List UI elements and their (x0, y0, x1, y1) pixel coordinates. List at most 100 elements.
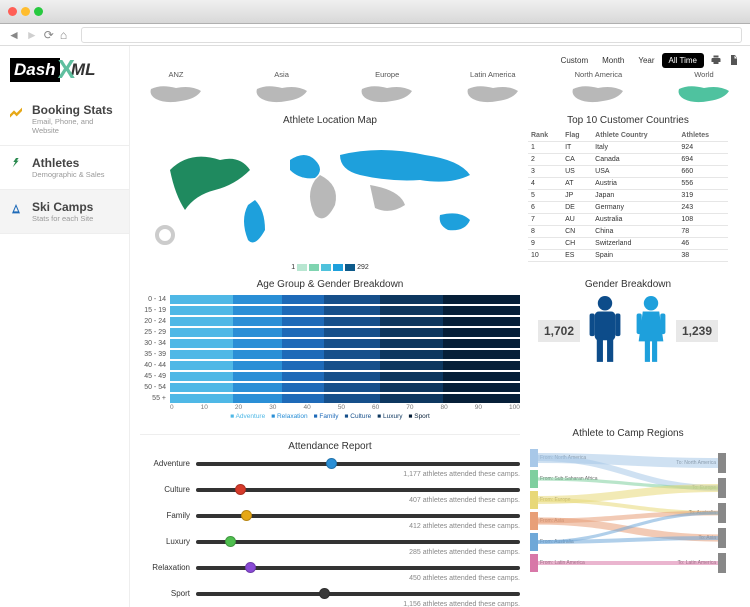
age-bin-label: 40 - 44 (140, 362, 170, 369)
attendance-text: 450 athletes attended these camps. (140, 575, 520, 582)
age-bin-label: 35 - 39 (140, 351, 170, 358)
region-tab-latin america[interactable]: Latin America (463, 70, 523, 111)
map-card: Athlete Location Map 1 292 (140, 115, 520, 271)
age-bar (170, 328, 520, 337)
region-label: Latin America (463, 70, 523, 79)
table-row[interactable]: 7AUAustralia108 (528, 214, 728, 226)
attendance-label: Adventure (140, 459, 190, 468)
nav-item-ski camps[interactable]: Ski CampsStats for each Site (0, 190, 129, 234)
age-chart[interactable]: 0 - 1415 - 1920 - 2425 - 2930 - 3435 - 3… (140, 294, 520, 403)
range-year[interactable]: Year (631, 53, 661, 68)
table-row[interactable]: 1ITItaly924 (528, 142, 728, 154)
attendance-label: Culture (140, 485, 190, 494)
col-flag: Flag (562, 130, 592, 142)
range-month[interactable]: Month (595, 53, 631, 68)
region-tab-europe[interactable]: Europe (357, 70, 417, 111)
age-bin-label: 30 - 34 (140, 340, 170, 347)
nav-title: Booking Stats (32, 103, 119, 117)
region-label: World (674, 70, 734, 79)
gender-card: Gender Breakdown 1,702 1,239 (528, 279, 728, 420)
countries-table: RankFlagAthlete CountryAthletes1ITItaly9… (528, 130, 728, 262)
legend-item: Family (314, 413, 339, 420)
region-label: Asia (252, 70, 312, 79)
logo-text-1: Dash (10, 58, 60, 82)
attendance-text: 407 athletes attended these camps. (140, 497, 520, 504)
attendance-slider[interactable] (196, 566, 520, 570)
gender-title: Gender Breakdown (528, 279, 728, 290)
table-row[interactable]: 8CNChina78 (528, 226, 728, 238)
traffic-close[interactable] (8, 7, 17, 16)
attendance-text: 412 athletes attended these camps. (140, 523, 520, 530)
attendance-row-culture: Culture (140, 485, 520, 494)
world-map[interactable] (140, 130, 520, 260)
table-row[interactable]: 9CHSwitzerland46 (528, 238, 728, 250)
range-custom[interactable]: Custom (554, 53, 596, 68)
nav-title: Ski Camps (32, 200, 119, 214)
nav-icon (8, 103, 24, 119)
attendance-label: Luxury (140, 537, 190, 546)
attendance-slider[interactable] (196, 462, 520, 466)
age-bar (170, 383, 520, 392)
reload-icon[interactable]: ⟳ (44, 28, 54, 42)
countries-card: Top 10 Customer Countries RankFlagAthlet… (528, 115, 728, 271)
forward-icon[interactable]: ► (26, 28, 38, 42)
home-icon[interactable]: ⌂ (60, 28, 67, 42)
region-mini-map (252, 81, 312, 109)
age-bar (170, 339, 520, 348)
legend-max: 292 (357, 264, 369, 271)
legend-item: Culture (345, 413, 372, 420)
table-row[interactable]: 10ESSpain38 (528, 250, 728, 262)
attendance-slider[interactable] (196, 514, 520, 518)
attendance-slider[interactable] (196, 540, 520, 544)
age-bin-label: 20 - 24 (140, 318, 170, 325)
attendance-row-adventure: Adventure (140, 459, 520, 468)
attendance-row-luxury: Luxury (140, 537, 520, 546)
attendance-slider[interactable] (196, 488, 520, 492)
print-icon[interactable] (710, 54, 722, 66)
age-bar (170, 394, 520, 403)
traffic-max[interactable] (34, 7, 43, 16)
back-icon[interactable]: ◄ (8, 28, 20, 42)
main: CustomMonthYearAll Time ANZ Asia Europe Lat… (130, 46, 750, 607)
map-title: Athlete Location Map (140, 115, 520, 126)
region-tab-anz[interactable]: ANZ (146, 70, 206, 111)
attendance-text: 1,156 athletes attended these camps. (140, 601, 520, 607)
export-icon[interactable] (728, 54, 740, 66)
attendance-text: 285 athletes attended these camps. (140, 549, 520, 556)
sidebar: Dash X ML Booking StatsEmail, Phone, and… (0, 46, 130, 607)
attendance-slider[interactable] (196, 592, 520, 596)
nav-item-booking stats[interactable]: Booking StatsEmail, Phone, and Website (0, 93, 129, 146)
region-tab-north america[interactable]: North America (568, 70, 628, 111)
logo-x-icon: X (58, 54, 75, 85)
countries-title: Top 10 Customer Countries (528, 115, 728, 126)
nav-sub: Stats for each Site (32, 214, 119, 223)
region-label: ANZ (146, 70, 206, 79)
sankey-chart[interactable]: From: North AmericaFrom: Sub Saharan Afr… (528, 443, 728, 583)
age-bar (170, 317, 520, 326)
age-bar (170, 350, 520, 359)
attendance-card: Attendance Report Adventure 1,177 athlete… (140, 428, 520, 607)
age-card: Age Group & Gender Breakdown 0 - 1415 - … (140, 279, 520, 420)
region-mini-map (674, 81, 734, 109)
sankey-card: Athlete to Camp Regions From: North Amer… (528, 428, 728, 607)
table-row[interactable]: 3USUSA660 (528, 166, 728, 178)
traffic-min[interactable] (21, 7, 30, 16)
table-row[interactable]: 6DEGermany243 (528, 202, 728, 214)
table-row[interactable]: 2CACanada694 (528, 154, 728, 166)
age-bar (170, 295, 520, 304)
male-count: 1,702 (538, 320, 580, 342)
attendance-text: 1,177 athletes attended these camps. (140, 471, 520, 478)
region-tab-asia[interactable]: Asia (252, 70, 312, 111)
age-bar (170, 361, 520, 370)
nav-item-athletes[interactable]: AthletesDemographic & Sales (0, 146, 129, 190)
range-all time[interactable]: All Time (662, 53, 704, 68)
age-bar (170, 372, 520, 381)
table-row[interactable]: 4ATAustria556 (528, 178, 728, 190)
table-row[interactable]: 5JPJapan319 (528, 190, 728, 202)
age-bin-label: 50 - 54 (140, 384, 170, 391)
attendance-row-relaxation: Relaxation (140, 563, 520, 572)
url-bar[interactable] (81, 27, 742, 43)
legend-min: 1 (291, 264, 295, 271)
attendance-title: Attendance Report (140, 441, 520, 452)
region-tab-world[interactable]: World (674, 70, 734, 111)
